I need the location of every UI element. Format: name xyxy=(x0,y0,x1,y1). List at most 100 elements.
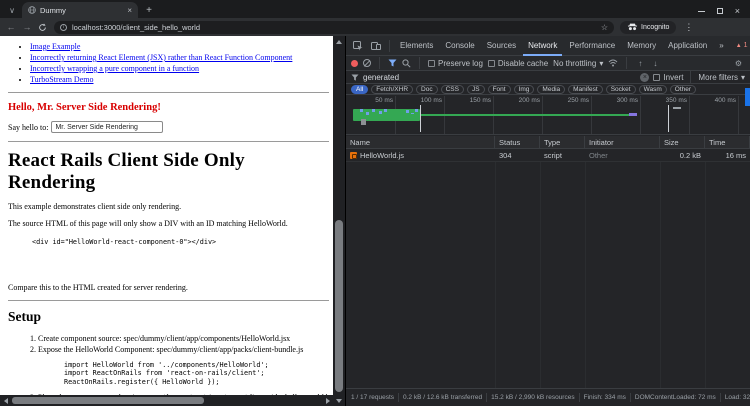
tab-console[interactable]: Console xyxy=(440,36,479,56)
chip-all[interactable]: All xyxy=(351,85,368,94)
link-incorrect-wrapping[interactable]: Incorrectly wrapping a pure component in… xyxy=(30,64,199,73)
inspect-element-icon[interactable] xyxy=(350,41,366,51)
chip-media[interactable]: Media xyxy=(537,85,565,94)
clear-filter-icon[interactable]: × xyxy=(640,73,649,82)
tab-elements[interactable]: Elements xyxy=(395,36,438,56)
setup-step-1: 1. Create component source: spec/dummy/c… xyxy=(30,333,329,344)
vertical-scrollbar[interactable] xyxy=(333,36,345,406)
new-tab-button[interactable]: + xyxy=(142,3,156,17)
disable-cache-checkbox[interactable]: Disable cache xyxy=(488,59,548,68)
tab-search-chevron-icon[interactable]: ∨ xyxy=(4,4,20,17)
col-header-size[interactable]: Size xyxy=(660,136,705,148)
browser-toolbar: ← → i localhost:3000/client_side_hello_w… xyxy=(0,18,750,36)
link-incorrect-jsx[interactable]: Incorrectly returning React Element (JSX… xyxy=(30,53,292,62)
incognito-badge: Incognito xyxy=(620,21,676,34)
domcontentloaded-marker xyxy=(420,105,421,132)
site-info-icon[interactable]: i xyxy=(60,24,67,31)
import-har-icon[interactable]: ↑ xyxy=(635,59,645,68)
record-network-log-icon[interactable] xyxy=(351,60,358,67)
horizontal-scrollbar-thumb[interactable] xyxy=(12,397,204,404)
finish-time: Finish: 334 ms xyxy=(584,394,626,401)
vertical-scrollbar-thumb[interactable] xyxy=(335,220,343,392)
js-file-icon xyxy=(350,152,357,159)
tick-label: 300 ms xyxy=(598,97,638,104)
network-status-bar: 1 / 17 requests 0.2 kB / 12.6 kB transfe… xyxy=(346,388,750,406)
scroll-right-icon[interactable] xyxy=(322,395,333,406)
network-overview-timeline[interactable]: 50 ms 100 ms 150 ms 200 ms 250 ms 300 ms… xyxy=(346,96,750,135)
globe-favicon-icon xyxy=(28,6,36,14)
hello-heading: Hello, Mr. Server Side Rendering! xyxy=(8,102,329,113)
tab-application[interactable]: Application xyxy=(663,36,712,56)
tab-performance[interactable]: Performance xyxy=(564,36,620,56)
export-har-icon[interactable]: ↓ xyxy=(650,59,660,68)
more-tabs-icon[interactable]: » xyxy=(714,36,728,56)
chip-wasm[interactable]: Wasm xyxy=(639,85,667,94)
throttling-dropdown[interactable]: No throttling ▾ xyxy=(553,59,603,68)
request-time: 16 ms xyxy=(705,149,750,161)
domcontentloaded-time: DOMContentLoaded: 72 ms xyxy=(635,394,716,401)
horizontal-scrollbar[interactable] xyxy=(0,395,333,406)
preserve-log-checkbox[interactable]: Preserve log xyxy=(428,59,483,68)
request-dot xyxy=(360,109,363,112)
restore-icon[interactable] xyxy=(717,8,723,14)
link-image-example[interactable]: Image Example xyxy=(30,42,80,51)
col-header-initiator[interactable]: Initiator xyxy=(585,136,660,148)
bookmark-star-icon[interactable]: ☆ xyxy=(601,23,608,32)
reload-icon[interactable] xyxy=(38,23,48,32)
chip-manifest[interactable]: Manifest xyxy=(568,85,603,94)
more-filters-dropdown[interactable]: More filters ▾ xyxy=(698,73,745,82)
tab-memory[interactable]: Memory xyxy=(622,36,661,56)
scroll-left-icon[interactable] xyxy=(0,395,11,406)
browser-tab-dummy[interactable]: Dummy × xyxy=(22,2,138,18)
browser-menu-icon[interactable]: ⋮ xyxy=(682,22,695,33)
filter-toggle-icon[interactable] xyxy=(388,59,397,67)
long-request-end xyxy=(629,113,637,116)
tab-sources[interactable]: Sources xyxy=(482,36,521,56)
clear-network-log-icon[interactable] xyxy=(363,59,371,67)
tick-label: 100 ms xyxy=(402,97,442,104)
chip-socket[interactable]: Socket xyxy=(606,85,636,94)
network-filter-bar: generated × Invert More filters ▾ xyxy=(346,71,750,84)
chip-font[interactable]: Font xyxy=(488,85,511,94)
tick-label: 50 ms xyxy=(353,97,393,104)
url-text[interactable]: localhost:3000/client_side_hello_world xyxy=(72,23,596,32)
tab-network[interactable]: Network xyxy=(523,36,562,56)
device-toolbar-icon[interactable] xyxy=(368,41,384,51)
filter-input[interactable]: generated xyxy=(351,73,636,82)
search-icon[interactable] xyxy=(402,59,411,68)
col-header-time[interactable]: Time xyxy=(705,136,750,148)
address-bar[interactable]: i localhost:3000/client_side_hello_world… xyxy=(54,21,614,34)
tab-close-icon[interactable]: × xyxy=(127,6,132,15)
network-conditions-icon[interactable] xyxy=(608,59,618,67)
request-type: script xyxy=(540,149,585,161)
col-header-status[interactable]: Status xyxy=(495,136,540,148)
paragraph: This example demonstrates client side on… xyxy=(8,202,329,211)
network-settings-icon[interactable]: ⚙ xyxy=(732,59,745,68)
chip-css[interactable]: CSS xyxy=(441,85,464,94)
forward-icon[interactable]: → xyxy=(22,22,32,32)
late-request-dash xyxy=(673,107,681,109)
name-input[interactable]: Mr. Server Side Rendering xyxy=(51,121,163,133)
tick-label: 400 ms xyxy=(696,97,736,104)
col-header-name[interactable]: Name xyxy=(346,136,495,148)
chip-other[interactable]: Other xyxy=(670,85,696,94)
tick-label: 200 ms xyxy=(500,97,540,104)
chip-doc[interactable]: Doc xyxy=(416,85,438,94)
back-icon[interactable]: ← xyxy=(6,22,16,32)
link-turbostream-demo[interactable]: TurboStream Demo xyxy=(30,75,93,84)
request-row-helloworld[interactable]: HelloWorld.js 304 script Other 0.2 kB 16… xyxy=(346,149,750,162)
col-header-type[interactable]: Type xyxy=(540,136,585,148)
scroll-down-icon[interactable] xyxy=(333,395,345,406)
chip-fetch-xhr[interactable]: Fetch/XHR xyxy=(371,85,413,94)
invert-filter-checkbox[interactable]: Invert xyxy=(653,73,683,82)
request-name: HelloWorld.js xyxy=(360,151,404,160)
scroll-up-icon[interactable] xyxy=(333,36,345,47)
request-dot xyxy=(406,110,409,113)
console-errors-badge[interactable]: ▲ 1 xyxy=(733,42,750,49)
chip-img[interactable]: Img xyxy=(514,85,535,94)
minimize-icon[interactable] xyxy=(698,11,705,12)
list-item: Image Example xyxy=(30,41,329,52)
chip-js[interactable]: JS xyxy=(467,85,485,94)
window-close-icon[interactable]: × xyxy=(735,8,740,14)
request-block xyxy=(361,119,366,125)
